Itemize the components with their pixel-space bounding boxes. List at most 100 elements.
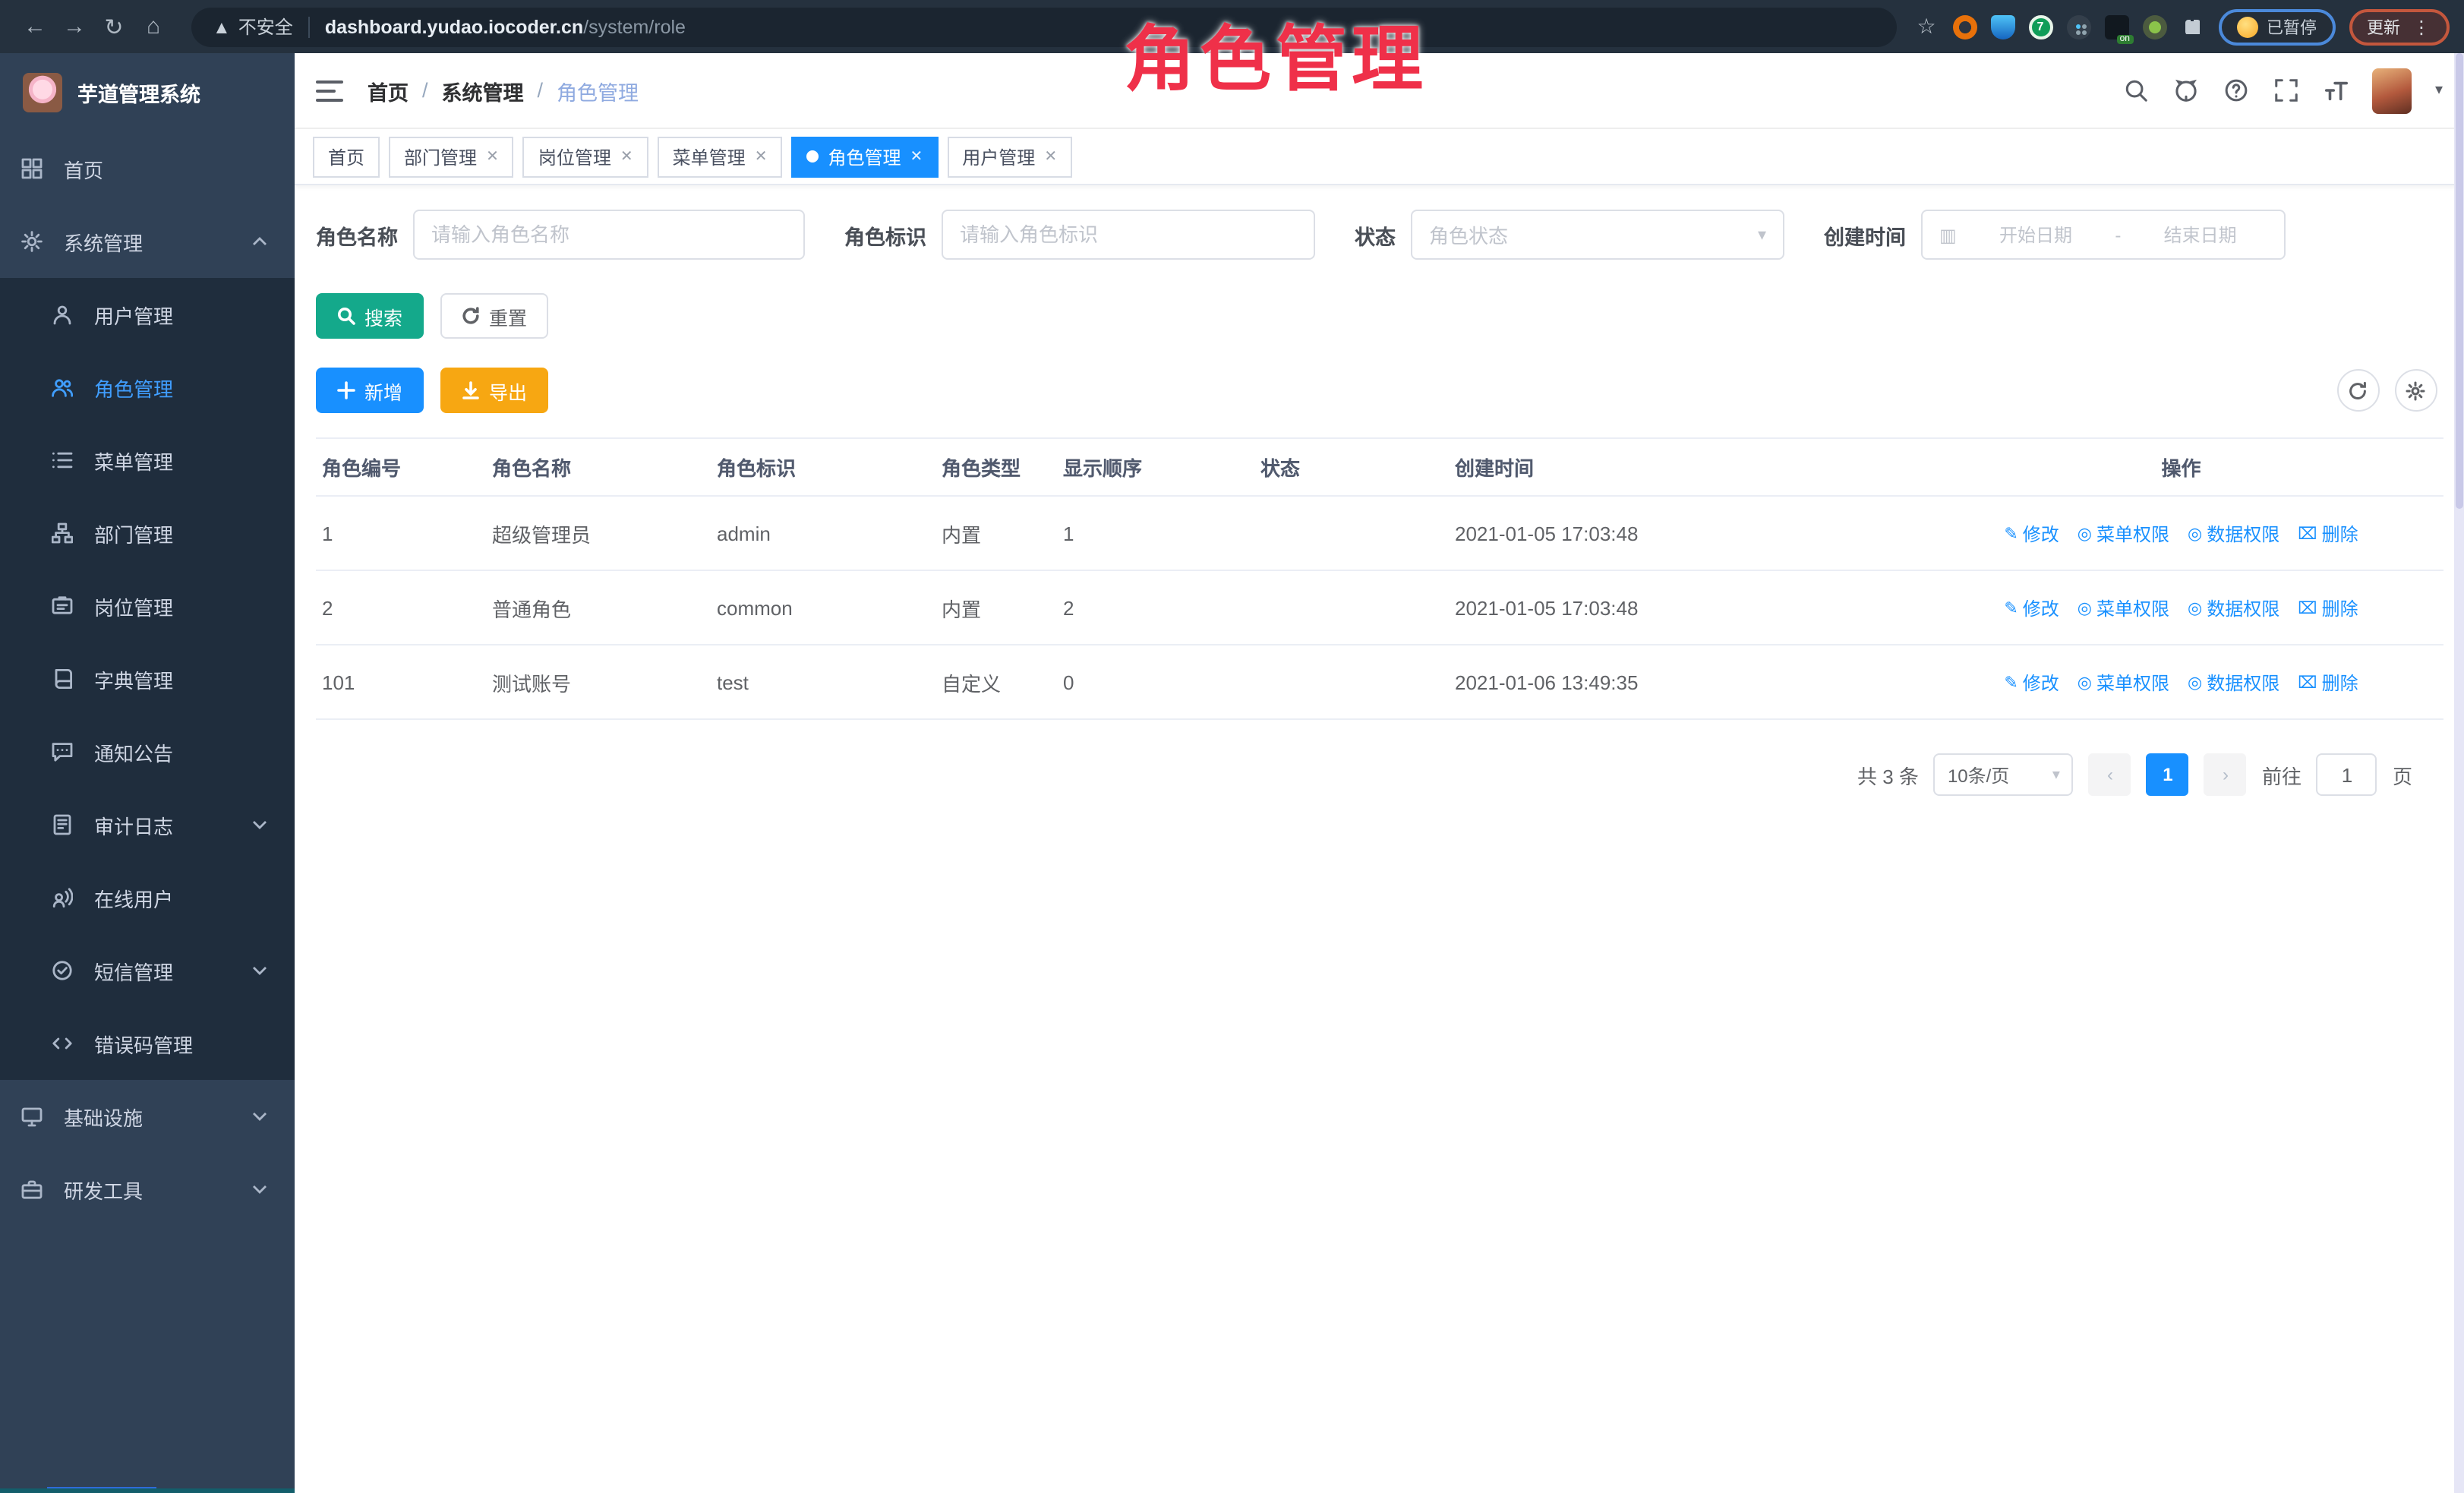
edit-action[interactable]: ✎修改 [2004, 595, 2059, 620]
page-size-select[interactable]: 10条/页 ▾ [1934, 753, 2074, 796]
user-avatar[interactable] [2373, 68, 2412, 113]
extension-icon[interactable]: 7 [2028, 14, 2052, 39]
tab-departments[interactable]: 部门管理✕ [389, 136, 514, 177]
breadcrumb-home[interactable]: 首页 [368, 75, 409, 106]
extension-icon[interactable] [1990, 14, 2014, 39]
tab-menus[interactable]: 菜单管理✕ [658, 136, 783, 177]
sidebar-item-online-users[interactable]: 在线用户 [0, 861, 295, 934]
browser-home-icon[interactable]: ⌂ [134, 7, 173, 46]
page-1-button[interactable]: 1 [2147, 753, 2189, 796]
github-icon[interactable] [2172, 77, 2200, 104]
goto-page-input[interactable] [2317, 753, 2377, 796]
extension-icon[interactable] [2142, 14, 2166, 39]
delete-action[interactable]: ⌧删除 [2298, 669, 2358, 695]
column-settings-button[interactable] [2394, 369, 2437, 412]
tab-home[interactable]: 首页 [313, 136, 380, 177]
data-permission-action[interactable]: ◎数据权限 [2188, 595, 2279, 620]
extension-icon[interactable] [1952, 14, 1977, 39]
bookmark-star-icon[interactable]: ☆ [1914, 14, 1939, 39]
edit-action[interactable]: ✎修改 [2004, 669, 2059, 695]
refresh-table-button[interactable] [2336, 369, 2379, 412]
browser-back-icon[interactable]: ← [15, 7, 55, 46]
avatar-caret-down-icon[interactable]: ▾ [2435, 82, 2443, 99]
sidebar-item-departments[interactable]: 部门管理 [0, 497, 295, 570]
font-size-icon[interactable] [2323, 77, 2350, 104]
delete-action[interactable]: ⌧删除 [2298, 520, 2358, 546]
date-range-picker[interactable]: ▥ 开始日期 - 结束日期 [1921, 210, 2286, 260]
tab-posts[interactable]: 岗位管理✕ [523, 136, 648, 177]
data-permission-action[interactable]: ◎数据权限 [2188, 520, 2279, 546]
browser-update-button[interactable]: 更新 ⋮ [2349, 8, 2449, 45]
sidebar-item-dev-tools[interactable]: 研发工具 [0, 1153, 295, 1226]
tab-roles[interactable]: 角色管理✕ [791, 136, 938, 177]
cell-created: 2021-01-05 17:03:48 [1455, 522, 1926, 544]
sidebar-item-home[interactable]: 首页 [0, 132, 295, 205]
sidebar-item-infrastructure[interactable]: 基础设施 [0, 1080, 295, 1153]
code-icon [52, 1033, 73, 1054]
sidebar-item-dictionary[interactable]: 字典管理 [0, 642, 295, 715]
close-icon[interactable]: ✕ [620, 148, 633, 165]
app-logo-row[interactable]: 芋道管理系统 [0, 53, 295, 132]
help-icon[interactable] [2223, 77, 2250, 104]
sidebar-bottom-line [0, 1488, 295, 1493]
search-button[interactable]: 搜索 [316, 293, 424, 339]
role-name-input[interactable] [431, 223, 787, 246]
sidebar-item-audit-log[interactable]: 审计日志 [0, 788, 295, 861]
browser-menu-icon[interactable]: ⋮ [2412, 16, 2431, 37]
annotation-title: 角色管理 [1124, 0, 1428, 105]
role-key-input[interactable] [960, 223, 1297, 246]
search-icon[interactable] [2122, 77, 2150, 104]
menu-permission-action[interactable]: ◎菜单权限 [2078, 595, 2169, 620]
search-actions: 搜索 重置 [316, 293, 2443, 339]
add-button[interactable]: 新增 [316, 368, 424, 413]
browser-forward-icon[interactable]: → [55, 7, 94, 46]
delete-action[interactable]: ⌧删除 [2298, 595, 2358, 620]
data-permission-action[interactable]: ◎数据权限 [2188, 669, 2279, 695]
cell-role-name: 超级管理员 [492, 519, 717, 548]
extensions-puzzle-icon[interactable] [2180, 14, 2204, 39]
close-icon[interactable]: ✕ [755, 148, 768, 165]
search-icon [337, 307, 355, 325]
badge-icon [52, 595, 73, 617]
sidebar-item-users[interactable]: 用户管理 [0, 278, 295, 351]
next-page-button[interactable]: › [2204, 753, 2247, 796]
page-tabbar: 首页 部门管理✕ 岗位管理✕ 菜单管理✕ 角色管理✕ 用户管理✕ [295, 129, 2464, 185]
profile-paused-badge[interactable]: 已暂停 [2218, 8, 2335, 45]
extension-icon[interactable]: on [2104, 14, 2128, 39]
table-row: 2 普通角色 common 内置 2 2021-01-05 17:03:48 ✎… [316, 571, 2443, 645]
security-warning[interactable]: ▲ 不安全 [213, 14, 293, 39]
scrollbar[interactable] [2453, 53, 2464, 1493]
sidebar-item-posts[interactable]: 岗位管理 [0, 570, 295, 642]
status-select[interactable]: 角色状态 ▾ [1411, 210, 1784, 260]
prev-page-button[interactable]: ‹ [2089, 753, 2131, 796]
export-button[interactable]: 导出 [440, 368, 548, 413]
sidebar-item-notices[interactable]: 通知公告 [0, 715, 295, 788]
sidebar-item-roles[interactable]: 角色管理 [0, 351, 295, 424]
menu-permission-action[interactable]: ◎菜单权限 [2078, 520, 2169, 546]
chevron-down-icon [252, 1112, 267, 1121]
circle-check-icon: ◎ [2188, 598, 2202, 617]
chevron-down-icon [252, 820, 267, 829]
fullscreen-icon[interactable] [2273, 77, 2300, 104]
sidebar-item-system[interactable]: 系统管理 [0, 205, 295, 278]
menu-permission-action[interactable]: ◎菜单权限 [2078, 669, 2169, 695]
breadcrumb-separator: / [422, 79, 428, 102]
browser-reload-icon[interactable]: ↻ [94, 7, 134, 46]
logo-image [23, 73, 62, 112]
col-status: 状态 [1260, 453, 1455, 481]
close-icon[interactable]: ✕ [1044, 148, 1057, 165]
close-icon[interactable]: ✕ [486, 148, 499, 165]
sidebar-item-sms[interactable]: 短信管理 [0, 934, 295, 1007]
reset-button[interactable]: 重置 [440, 293, 548, 339]
sidebar-item-error-codes[interactable]: 错误码管理 [0, 1007, 295, 1080]
breadcrumb-system[interactable]: 系统管理 [442, 75, 524, 106]
tab-users[interactable]: 用户管理✕ [947, 136, 1072, 177]
scrollbar-thumb[interactable] [2455, 53, 2462, 509]
close-icon[interactable]: ✕ [910, 148, 923, 165]
address-bar[interactable]: ▲ 不安全 dashboard.yudao.iocoder.cn/system/… [191, 7, 1896, 46]
sidebar-item-menus[interactable]: 菜单管理 [0, 424, 295, 497]
warning-icon: ▲ [213, 16, 231, 37]
sidebar-toggle-icon[interactable] [316, 80, 343, 101]
edit-action[interactable]: ✎修改 [2004, 520, 2059, 546]
extension-icon[interactable] [2066, 14, 2090, 39]
